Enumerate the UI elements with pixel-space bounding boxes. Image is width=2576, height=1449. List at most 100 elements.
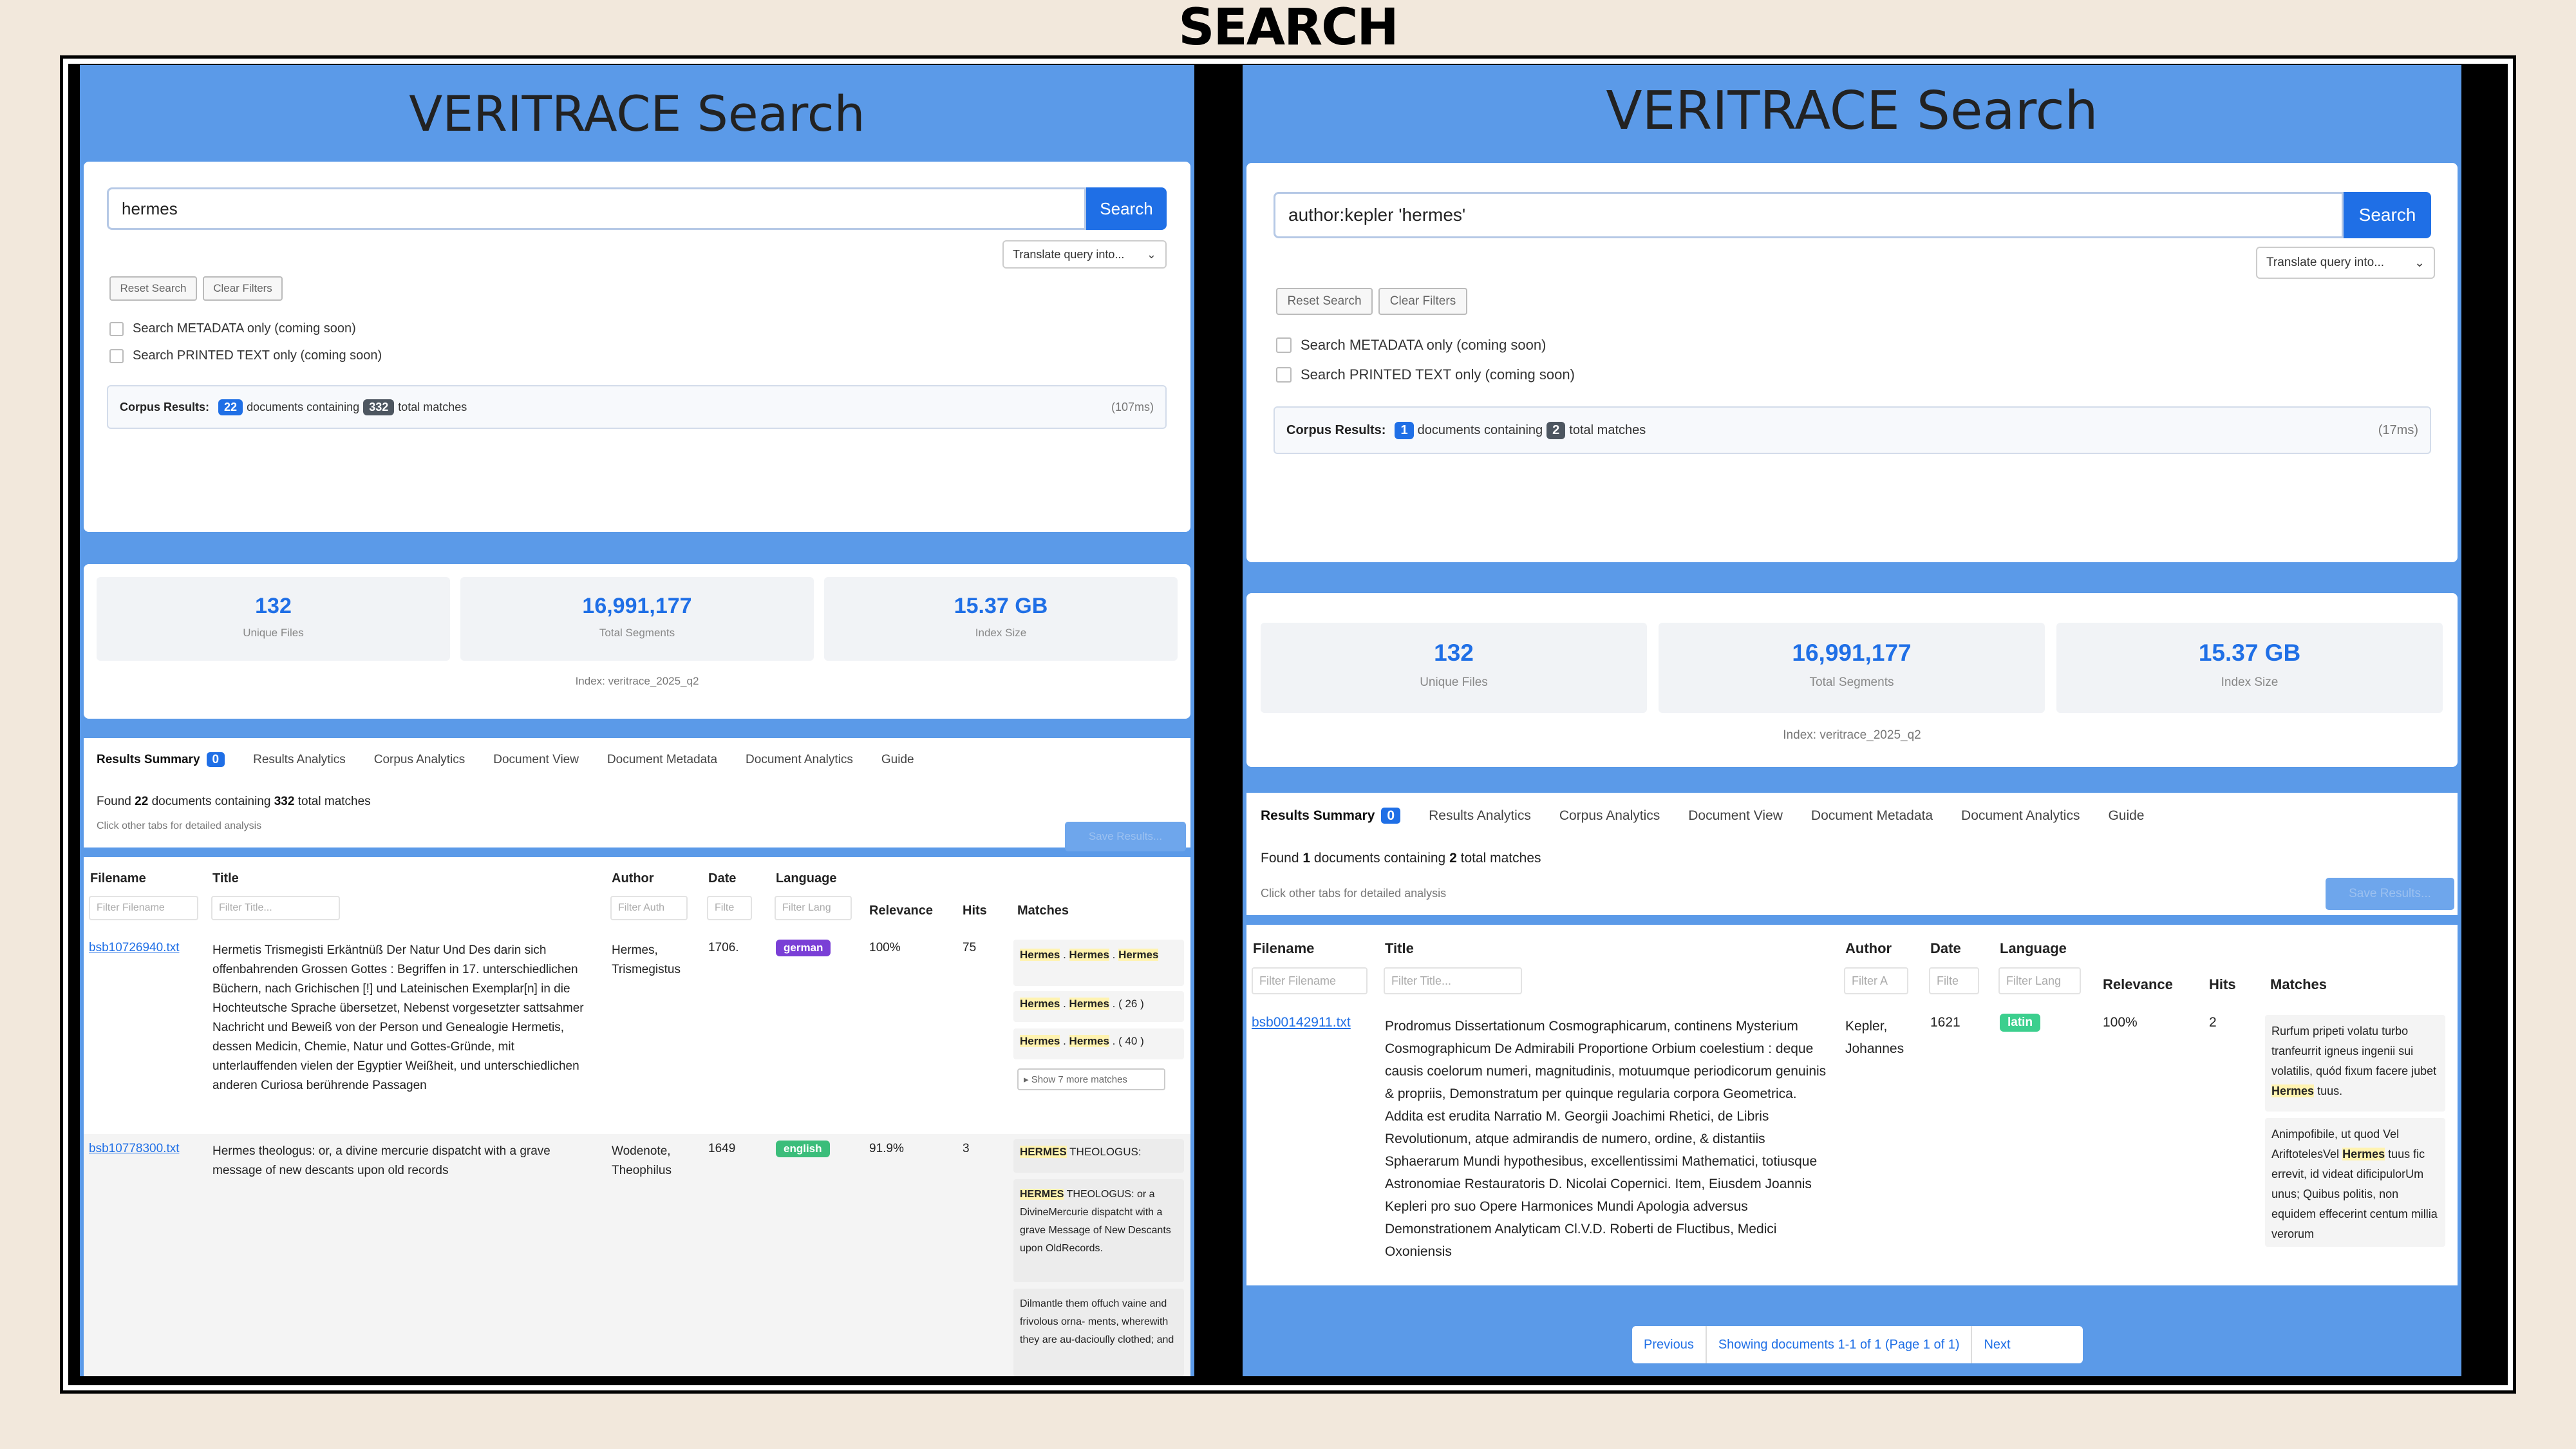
found-prefix: Found (97, 795, 131, 808)
tab-badge: 0 (1381, 808, 1401, 824)
reset-search-button[interactable]: Reset Search (1276, 288, 1373, 315)
index-size-value: 15.37 GB (954, 594, 1048, 618)
row1-filename-link[interactable]: bsb00142911.txt (1252, 1015, 1351, 1030)
row2-match-1: HERMES THEOLOGUS: (1013, 1139, 1184, 1173)
index-size-stat: 15.37 GB Index Size (824, 577, 1178, 661)
row1-hits: 75 (963, 941, 977, 954)
tab-document-analytics[interactable]: Document Analytics (1961, 808, 2080, 824)
printed-text-only-option[interactable]: Search PRINTED TEXT only (coming soon) (1276, 366, 1575, 383)
search-input[interactable]: hermes (107, 187, 1086, 230)
found-matches-count: 332 (274, 795, 295, 808)
translate-query-label: Translate query into... (1013, 247, 1125, 261)
index-size-label: Index Size (2221, 676, 2279, 689)
translate-query-select[interactable]: Translate query into... ⌄ (2256, 247, 2435, 279)
search-button[interactable]: Search (2344, 192, 2431, 238)
save-results-button[interactable]: Save Results... (1065, 822, 1186, 851)
filter-date-input[interactable]: Filte (1929, 967, 1979, 994)
total-segments-label: Total Segments (599, 627, 675, 639)
total-segments-value: 16,991,177 (582, 594, 692, 618)
tab-guide[interactable]: Guide (2108, 808, 2144, 824)
show-more-matches-button[interactable]: ▸ Show 7 more matches (1017, 1068, 1165, 1090)
tab-document-analytics[interactable]: Document Analytics (746, 753, 853, 767)
metadata-only-option[interactable]: Search METADATA only (coming soon) (109, 321, 356, 336)
filter-title-input[interactable]: Filter Title... (211, 896, 340, 920)
tab-corpus-analytics[interactable]: Corpus Analytics (1559, 808, 1660, 824)
match-text: THEOLOGUS: (1069, 1146, 1142, 1158)
metadata-only-label: Search METADATA only (coming soon) (133, 321, 356, 336)
row2-filename-link[interactable]: bsb10778300.txt (89, 1142, 180, 1156)
filter-date-input[interactable]: Filte (707, 896, 752, 920)
found-prefix: Found (1261, 851, 1299, 866)
index-name: Index: veritrace_2025_q2 (1783, 728, 1921, 742)
printed-text-only-label: Search PRINTED TEXT only (coming soon) (133, 348, 382, 363)
printed-text-only-checkbox[interactable] (1276, 367, 1292, 383)
found-mid: documents containing (151, 795, 271, 808)
filter-author-input[interactable]: Filter A (1844, 967, 1908, 994)
metadata-only-checkbox[interactable] (109, 321, 124, 336)
row2-hits: 3 (963, 1142, 970, 1155)
col-author: Author (1845, 940, 1892, 956)
next-page-button[interactable]: Next (1972, 1338, 2022, 1352)
match-count: ( 26 ) (1118, 998, 1144, 1010)
tab-results-summary-label: Results Summary (1261, 808, 1375, 823)
tab-document-view[interactable]: Document View (493, 753, 579, 767)
right-search-panel: VERITRACE Search author:kepler 'hermes' … (1243, 65, 2461, 1376)
search-button[interactable]: Search (1086, 187, 1167, 230)
col-filename: Filename (90, 871, 146, 886)
filter-filename-input[interactable]: Filter Filename (1252, 967, 1368, 994)
col-date: Date (708, 871, 737, 886)
match-text: tuus fic errevit, id videat dificipulorU… (2271, 1148, 2438, 1240)
corpus-docs-count: 22 (218, 399, 243, 415)
found-suffix: total matches (1460, 851, 1541, 866)
col-language: Language (2000, 940, 2067, 956)
total-segments-stat: 16,991,177 Total Segments (1659, 623, 2045, 713)
tab-corpus-analytics[interactable]: Corpus Analytics (374, 753, 465, 767)
clear-filters-button[interactable]: Clear Filters (203, 276, 283, 301)
filter-language-input[interactable]: Filter Lang (775, 896, 852, 920)
total-matches-text: total matches (398, 400, 467, 413)
corpus-docs-count: 1 (1395, 421, 1414, 439)
total-segments-label: Total Segments (1809, 676, 1894, 689)
metadata-only-checkbox[interactable] (1276, 337, 1292, 353)
match-keyword: Hermes (1069, 998, 1109, 1010)
col-matches: Matches (1017, 904, 1069, 918)
printed-text-only-option[interactable]: Search PRINTED TEXT only (coming soon) (109, 348, 382, 363)
total-segments-value: 16,991,177 (1792, 639, 1912, 666)
unique-files-stat: 132 Unique Files (1261, 623, 1647, 713)
tab-results-analytics[interactable]: Results Analytics (1429, 808, 1531, 824)
search-input[interactable]: author:kepler 'hermes' (1274, 192, 2344, 238)
tab-results-summary[interactable]: Results Summary 0 (97, 752, 225, 767)
col-relevance: Relevance (869, 904, 933, 918)
row1-filename-link[interactable]: bsb10726940.txt (89, 941, 180, 955)
col-date: Date (1930, 940, 1961, 956)
tab-document-view[interactable]: Document View (1688, 808, 1783, 824)
tab-results-analytics[interactable]: Results Analytics (253, 753, 346, 767)
save-results-button[interactable]: Save Results... (2326, 878, 2454, 910)
stats-card: 132 Unique Files 16,991,177 Total Segmen… (84, 564, 1190, 719)
query-time: (17ms) (2378, 422, 2418, 437)
row1-title: Hermetis Trismegisti Erkäntnüß Der Natur… (212, 943, 584, 1092)
app-title: VERITRACE Search (409, 85, 865, 142)
search-card: hermes Search Translate query into... ⌄ … (84, 162, 1190, 532)
tab-results-summary[interactable]: Results Summary 0 (1261, 808, 1401, 824)
filter-language-input[interactable]: Filter Lang (1998, 967, 2081, 994)
printed-text-only-checkbox[interactable] (109, 348, 124, 363)
previous-page-button[interactable]: Previous (1632, 1338, 1706, 1352)
clear-filters-button[interactable]: Clear Filters (1378, 288, 1467, 315)
match-keyword: Hermes (1069, 1035, 1109, 1047)
results-summary-card: Results Summary 0 Results Analytics Corpu… (1246, 793, 2458, 915)
match-keyword: HERMES (1020, 1146, 1067, 1158)
match-keyword: Hermes (2271, 1084, 2315, 1097)
tab-document-metadata[interactable]: Document Metadata (607, 753, 717, 767)
corpus-matches-count: 2 (1547, 421, 1566, 439)
translate-query-select[interactable]: Translate query into... ⌄ (1002, 240, 1167, 269)
filter-author-input[interactable]: Filter Auth (610, 896, 688, 920)
filter-title-input[interactable]: Filter Title... (1384, 967, 1522, 994)
reset-search-button[interactable]: Reset Search (109, 276, 197, 301)
metadata-only-option[interactable]: Search METADATA only (coming soon) (1276, 337, 1546, 354)
index-name: Index: veritrace_2025_q2 (575, 675, 699, 687)
filter-filename-input[interactable]: Filter Filename (89, 896, 198, 920)
corpus-results-bar: Corpus Results: 22 documents containing … (107, 385, 1167, 429)
tab-guide[interactable]: Guide (881, 753, 914, 767)
tab-document-metadata[interactable]: Document Metadata (1811, 808, 1933, 824)
